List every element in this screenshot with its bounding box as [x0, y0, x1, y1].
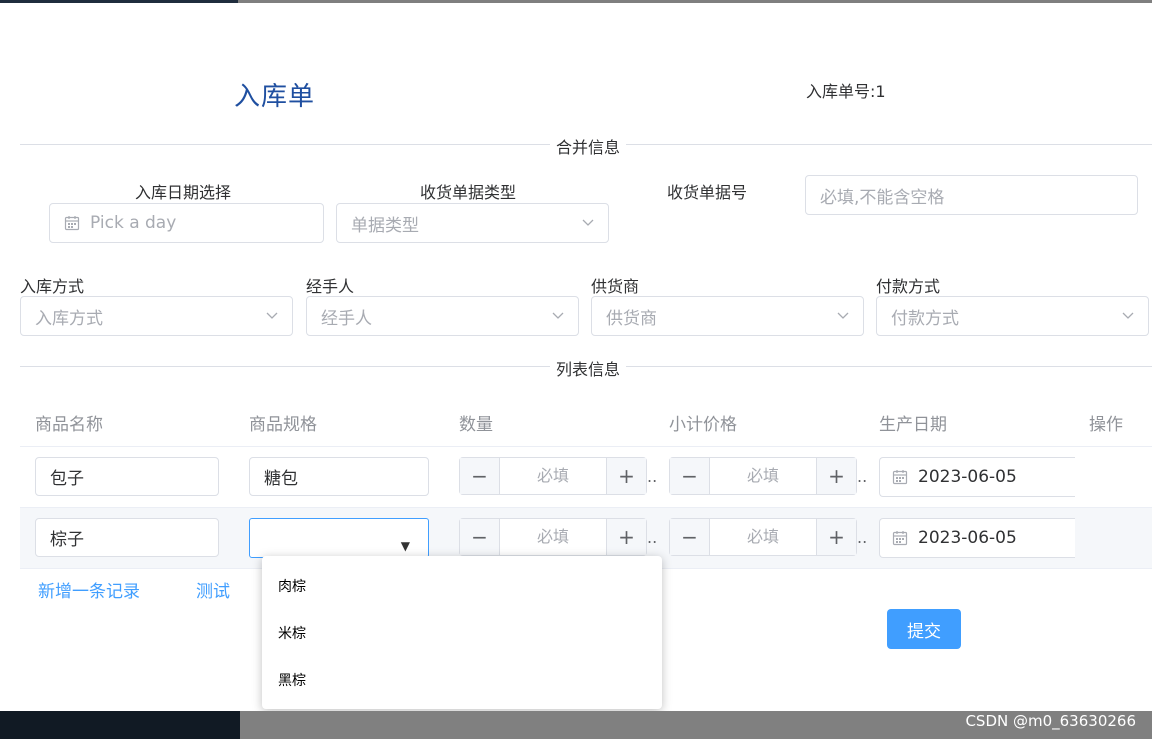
decrease-button[interactable]: − — [670, 458, 710, 494]
supplier-placeholder: 供货商 — [606, 308, 657, 329]
dropdown-option[interactable]: 黑棕 — [278, 670, 306, 690]
increase-button[interactable]: + — [606, 519, 646, 555]
production-date-value: 2023-06-05 — [918, 467, 1017, 487]
increase-button[interactable]: + — [816, 519, 856, 555]
receipt-type-label: 收货单据类型 — [420, 183, 517, 202]
decrease-button[interactable]: − — [460, 519, 500, 555]
inbound-date-picker[interactable]: Pick a day — [49, 203, 324, 243]
subtotal-placeholder[interactable]: 必填 — [710, 458, 816, 494]
production-date-picker[interactable]: 2023-06-05 — [879, 457, 1075, 497]
decrease-button[interactable]: − — [460, 458, 500, 494]
inbound-date-label: 入库日期选择 — [135, 183, 232, 202]
product-name-input[interactable]: 包子 — [35, 457, 219, 496]
dropdown-option[interactable]: 肉棕 — [278, 576, 306, 596]
ellipsis-text: .. — [647, 467, 658, 486]
product-name-input[interactable]: 棕子 — [35, 518, 219, 557]
payment-method-placeholder: 付款方式 — [891, 308, 959, 329]
receipt-no-placeholder: 必填,不能含空格 — [820, 187, 945, 208]
inbound-date-placeholder: Pick a day — [90, 213, 177, 233]
test-link[interactable]: 测试 — [196, 577, 230, 602]
ellipsis-text: .. — [647, 528, 658, 547]
decrease-button[interactable]: − — [670, 519, 710, 555]
calendar-icon — [892, 470, 908, 485]
calendar-icon — [892, 531, 908, 546]
subtotal-stepper[interactable]: − 必填 + — [669, 457, 857, 495]
ellipsis-text: .. — [857, 528, 868, 547]
subtotal-stepper[interactable]: − 必填 + — [669, 518, 857, 556]
page-title: 入库单 — [234, 82, 316, 112]
spec-dropdown-menu: 肉棕 米棕 黑棕 — [262, 556, 662, 709]
ellipsis-text: .. — [857, 467, 868, 486]
product-spec-select[interactable]: ▼ — [249, 518, 429, 558]
chevron-down-icon — [837, 312, 849, 319]
submit-button[interactable]: 提交 — [887, 609, 961, 649]
chevron-down-icon — [552, 312, 564, 319]
inbound-method-placeholder: 入库方式 — [35, 308, 103, 329]
add-record-link[interactable]: 新增一条记录 — [38, 577, 140, 602]
calendar-icon — [64, 216, 80, 231]
column-header-subtotal: 小计价格 — [669, 415, 737, 435]
supplier-select[interactable]: 供货商 — [591, 296, 864, 336]
column-header-production-date: 生产日期 — [879, 415, 947, 435]
payment-method-select[interactable]: 付款方式 — [876, 296, 1149, 336]
quantity-placeholder[interactable]: 必填 — [500, 519, 606, 555]
list-info-title: 列表信息 — [550, 356, 627, 380]
production-date-value: 2023-06-05 — [918, 528, 1017, 548]
handler-label: 经手人 — [306, 277, 355, 296]
product-spec-value: 糖包 — [264, 469, 298, 489]
receipt-type-placeholder: 单据类型 — [351, 215, 419, 236]
receipt-no-input[interactable]: 必填,不能含空格 — [805, 175, 1138, 215]
column-header-spec: 商品规格 — [249, 415, 317, 435]
product-spec-input[interactable]: 糖包 — [249, 457, 429, 496]
table-header-border — [20, 446, 1152, 447]
chevron-down-icon — [1122, 312, 1134, 319]
bottom-bar-dark — [0, 711, 240, 739]
payment-method-label: 付款方式 — [876, 277, 941, 296]
increase-button[interactable]: + — [606, 458, 646, 494]
inbound-method-select[interactable]: 入库方式 — [20, 296, 293, 336]
inbound-method-label: 入库方式 — [20, 277, 85, 296]
supplier-label: 供货商 — [591, 277, 640, 296]
top-bar-gray — [238, 0, 1152, 3]
column-header-name: 商品名称 — [35, 415, 103, 435]
receipt-type-select[interactable]: 单据类型 — [336, 203, 609, 243]
dropdown-arrow-icon: ▼ — [400, 539, 410, 553]
order-number: 入库单号:1 — [806, 82, 886, 101]
product-name-value: 包子 — [50, 469, 84, 489]
quantity-stepper[interactable]: − 必填 + — [459, 518, 647, 556]
product-name-value: 棕子 — [50, 530, 84, 550]
production-date-picker[interactable]: 2023-06-05 — [879, 518, 1075, 558]
increase-button[interactable]: + — [816, 458, 856, 494]
handler-placeholder: 经手人 — [321, 308, 372, 329]
subtotal-placeholder[interactable]: 必填 — [710, 519, 816, 555]
chevron-down-icon — [266, 312, 278, 319]
dropdown-option[interactable]: 米棕 — [278, 623, 306, 643]
chevron-down-icon — [582, 219, 594, 226]
watermark: CSDN @m0_63630266 — [965, 712, 1136, 730]
column-header-quantity: 数量 — [459, 415, 493, 435]
quantity-stepper[interactable]: − 必填 + — [459, 457, 647, 495]
receipt-no-label: 收货单据号 — [667, 183, 748, 202]
handler-select[interactable]: 经手人 — [306, 296, 579, 336]
top-bar-dark — [0, 0, 238, 3]
merge-info-title: 合并信息 — [550, 134, 627, 158]
quantity-placeholder[interactable]: 必填 — [500, 458, 606, 494]
column-header-actions: 操作 — [1089, 415, 1123, 435]
